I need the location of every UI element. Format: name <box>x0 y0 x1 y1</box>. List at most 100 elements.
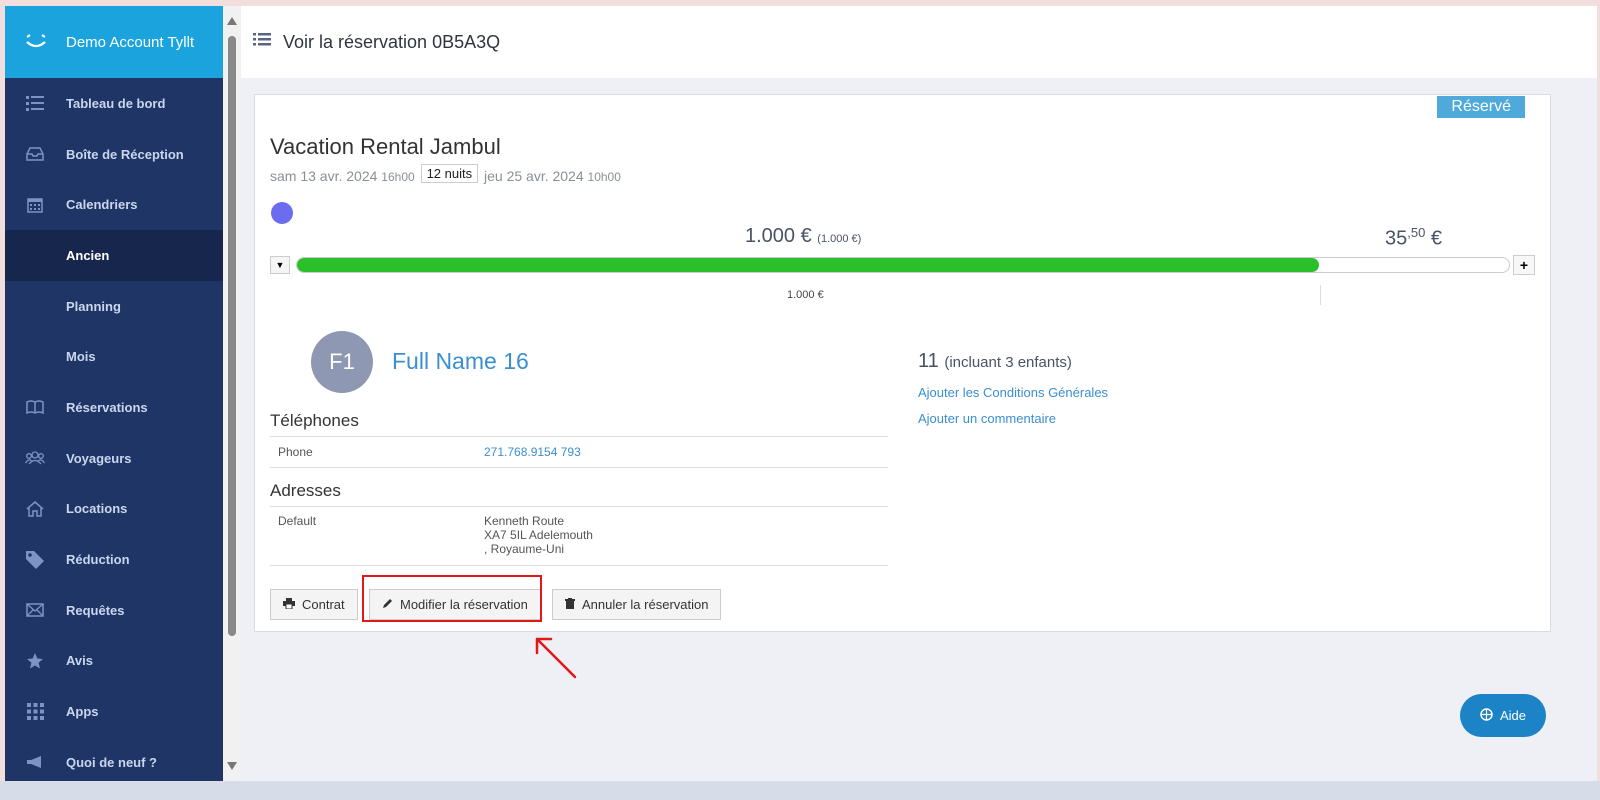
trash-icon <box>565 597 575 612</box>
sidebar-item-reviews[interactable]: Avis <box>5 636 223 687</box>
nights-badge: 12 nuits <box>420 164 479 183</box>
stay-dates: sam 13 avr. 2024 16h00 12 nuits jeu 25 a… <box>270 164 621 186</box>
help-button[interactable]: Aide <box>1460 694 1546 737</box>
sidebar-item-whats-new[interactable]: Quoi de neuf ? <box>5 737 223 781</box>
sidebar-item-label: Quoi de neuf ? <box>66 754 157 770</box>
sidebar-item-label: Mois <box>66 349 96 365</box>
checkout-date: jeu 25 avr. 2024 <box>484 168 584 184</box>
tag-icon <box>25 550 45 570</box>
addresses-title: Adresses <box>270 481 341 500</box>
app-window: Demo Account Tyllt Tableau de bord Boîte… <box>5 6 1597 781</box>
sidebar-item-label: Calendriers <box>66 197 138 213</box>
address-line: Kenneth Route <box>484 514 565 528</box>
highlight-box <box>362 575 542 622</box>
os-taskbar <box>0 781 1600 800</box>
guests-count: 11 (incluant 3 enfants) <box>918 350 1072 373</box>
cancel-reservation-button[interactable]: Annuler la réservation <box>552 589 722 620</box>
sidebar-item-label: Réduction <box>66 552 130 568</box>
list-icon <box>253 32 271 52</box>
calendar-icon <box>25 195 45 215</box>
address-line: , Royaume-Uni <box>484 542 565 556</box>
add-comment-link[interactable]: Ajouter un commentaire <box>918 411 1056 426</box>
sidebar-item-reservations[interactable]: Réservations <box>5 382 223 433</box>
contract-button[interactable]: Contrat <box>270 589 358 620</box>
divider <box>270 506 888 507</box>
address-line: XA7 5IL Adelemouth <box>484 528 593 542</box>
checkin-date: sam 13 avr. 2024 <box>270 168 378 184</box>
sidebar-item-travelers[interactable]: Voyageurs <box>5 433 223 484</box>
sidebar: Demo Account Tyllt Tableau de bord Boîte… <box>5 6 223 781</box>
sidebar-scrollbar[interactable] <box>223 6 241 781</box>
add-terms-link[interactable]: Ajouter les Conditions Générales <box>918 385 1108 400</box>
grid-icon <box>25 702 45 722</box>
avatar: F1 <box>311 331 373 393</box>
caret-down-icon: ▼ <box>275 260 285 270</box>
brand-name: Demo Account Tyllt <box>66 33 195 51</box>
inbox-icon <box>25 144 45 164</box>
megaphone-icon <box>25 752 45 772</box>
sidebar-item-label: Planning <box>66 298 121 314</box>
divider <box>270 436 888 437</box>
list-icon <box>25 93 45 113</box>
checkin-time: 16h00 <box>381 170 415 184</box>
sidebar-item-requests[interactable]: Requêtes <box>5 585 223 636</box>
users-icon <box>25 448 45 468</box>
balance-currency: € <box>1430 227 1443 250</box>
sidebar-item-discount[interactable]: Réduction <box>5 534 223 585</box>
plus-icon: + <box>1519 257 1529 273</box>
envelope-icon <box>25 600 45 620</box>
page-header: Voir la réservation 0B5A3Q <box>241 6 1597 78</box>
sidebar-item-apps[interactable]: Apps <box>5 686 223 737</box>
sidebar-item-dashboard[interactable]: Tableau de bord <box>5 78 223 129</box>
sidebar-item-label: Tableau de bord <box>66 95 166 111</box>
sidebar-item-label: Réservations <box>66 399 148 415</box>
status-badge: Réservé <box>1437 96 1525 118</box>
sidebar-item-planning[interactable]: Planning <box>5 281 223 332</box>
total-amount-sub: (1.000 €) <box>817 233 862 245</box>
divider <box>270 467 888 468</box>
sidebar-item-label: Requêtes <box>66 602 125 618</box>
property-title[interactable]: Vacation Rental Jambul <box>270 134 501 160</box>
guests-count-value: 11 <box>918 350 939 372</box>
address-value: Kenneth Route XA7 5IL Adelemouth , Royau… <box>484 514 593 556</box>
divider <box>1320 285 1321 305</box>
sidebar-item-mois[interactable]: Mois <box>5 331 223 382</box>
scroll-up-arrow-icon[interactable] <box>227 17 237 25</box>
phone-label: Phone <box>278 445 313 459</box>
total-amount-value: 1.000 € <box>745 225 812 247</box>
home-icon <box>25 499 45 519</box>
sidebar-item-label: Ancien <box>66 247 110 263</box>
checkout-time: 10h00 <box>587 170 621 184</box>
balance-amount: 35,50 € <box>1385 225 1442 251</box>
sidebar-item-locations[interactable]: Locations <box>5 484 223 535</box>
guest-name-link[interactable]: Full Name 16 <box>392 348 529 375</box>
annotation-arrow-icon <box>535 637 577 679</box>
paid-amount-label: 1.000 € <box>787 289 824 301</box>
scroll-down-arrow-icon[interactable] <box>227 762 237 770</box>
sidebar-item-ancien[interactable]: Ancien <box>5 230 223 281</box>
guests-count-detail: (incluant 3 enfants) <box>944 354 1072 371</box>
payment-progress-bar <box>296 257 1510 273</box>
contract-button-label: Contrat <box>302 597 345 612</box>
help-button-label: Aide <box>1499 708 1527 723</box>
reservation-card: Réservé Vacation Rental Jambul sam 13 av… <box>254 94 1551 632</box>
total-amount: 1.000 € (1.000 €) <box>745 225 861 248</box>
sidebar-item-label: Voyageurs <box>66 450 132 466</box>
scroll-thumb[interactable] <box>228 36 236 636</box>
book-icon <box>25 397 45 417</box>
page-title: Voir la réservation 0B5A3Q <box>283 31 501 52</box>
globe-icon <box>1480 707 1493 724</box>
balance-dec: ,50 <box>1407 225 1426 240</box>
expand-toggle-button[interactable]: ▼ <box>270 256 290 274</box>
printer-icon <box>283 597 295 612</box>
phone-link[interactable]: 271.768.9154 793 <box>484 445 581 459</box>
sidebar-item-calendars[interactable]: Calendriers <box>5 179 223 230</box>
add-payment-button[interactable]: + <box>1513 255 1535 275</box>
sidebar-item-inbox[interactable]: Boîte de Réception <box>5 129 223 180</box>
brand-header[interactable]: Demo Account Tyllt <box>5 6 223 78</box>
sidebar-item-label: Locations <box>66 501 128 517</box>
sidebar-item-label: Apps <box>66 704 99 720</box>
sidebar-item-label: Boîte de Réception <box>66 146 184 162</box>
color-dot <box>271 202 293 224</box>
address-label: Default <box>278 514 317 528</box>
